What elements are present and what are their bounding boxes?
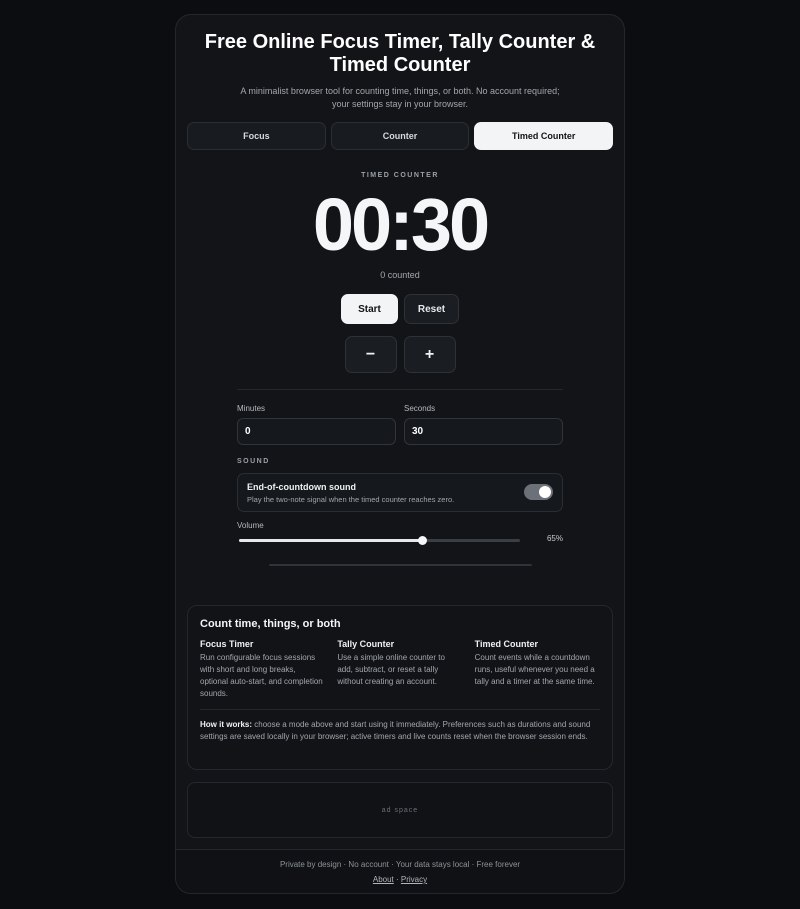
sound-heading: SOUND [237, 458, 270, 465]
duration-fields: Minutes Seconds [237, 404, 563, 445]
how-it-works-text: choose a mode above and start using it i… [200, 720, 591, 741]
sound-toggle[interactable] [524, 484, 553, 500]
info-columns: Focus Timer Run configurable focus sessi… [200, 639, 600, 700]
about-link[interactable]: About [373, 875, 394, 884]
volume-label: Volume [237, 521, 264, 530]
info-section: Count time, things, or both Focus Timer … [187, 605, 613, 770]
info-col-focus-timer: Focus Timer Run configurable focus sessi… [200, 639, 325, 700]
sound-setting: End-of-countdown sound Play the two-note… [237, 473, 563, 512]
decrement-button[interactable]: − [344, 336, 397, 373]
footer-links: About · Privacy [176, 875, 624, 884]
info-col-timed-counter: Timed Counter Count events while a count… [475, 639, 600, 700]
page-title: Free Online Focus Timer, Tally Counter &… [204, 31, 596, 76]
sound-setting-description: Play the two-note signal when the timed … [247, 495, 455, 504]
counted-status: 0 counted [380, 270, 420, 280]
info-col-title: Tally Counter [337, 639, 395, 649]
info-col-title: Timed Counter [474, 639, 538, 649]
sound-setting-title: End-of-countdown sound [247, 482, 356, 492]
info-col-title: Focus Timer [200, 639, 254, 649]
section-divider [237, 389, 563, 390]
increment-button[interactable]: + [403, 336, 456, 373]
how-it-works-note: How it works: choose a mode above and st… [200, 719, 600, 743]
toggle-knob [539, 486, 551, 498]
tab-counter[interactable]: Counter [330, 122, 470, 150]
seconds-field-group: Seconds [404, 404, 563, 445]
ad-space: ad space [187, 782, 613, 838]
timer-display: 00:30 [312, 183, 490, 266]
countdown-progress-bar [269, 564, 532, 566]
minutes-input[interactable] [237, 418, 396, 445]
timer-controls: Start Reset [176, 294, 624, 324]
volume-value: 65% [546, 534, 563, 543]
info-col-text: Use a simple online counter to add, subt… [337, 653, 445, 686]
footer-tagline: Private by design · No account · Your da… [279, 860, 521, 869]
app-card: Free Online Focus Timer, Tally Counter &… [175, 14, 625, 894]
reset-button[interactable]: Reset [404, 294, 459, 324]
info-col-text: Count events while a countdown runs, use… [474, 653, 595, 686]
mode-label: TIMED COUNTER [361, 172, 439, 179]
minutes-label: Minutes [237, 404, 266, 413]
how-it-works-label: How it works: [200, 720, 253, 729]
footer-separator: · [393, 875, 401, 884]
minutes-field-group: Minutes [237, 404, 396, 445]
info-col-tally-counter: Tally Counter Use a simple online counte… [337, 639, 462, 700]
count-steppers: − + [176, 336, 624, 373]
volume-slider[interactable] [239, 536, 520, 545]
volume-slider-fill [239, 539, 422, 542]
volume-row: 65% [237, 534, 563, 546]
footer: Private by design · No account · Your da… [176, 849, 624, 893]
mode-tabs: Focus Counter Timed Counter [187, 122, 614, 150]
seconds-input[interactable] [404, 418, 563, 445]
seconds-label: Seconds [404, 404, 436, 413]
tab-timed-counter[interactable]: Timed Counter [474, 122, 614, 150]
start-button[interactable]: Start [341, 294, 398, 324]
volume-slider-thumb[interactable] [417, 536, 427, 545]
tab-focus[interactable]: Focus [187, 122, 326, 150]
privacy-link[interactable]: Privacy [401, 875, 427, 884]
info-col-text: Run configurable focus sessions with sho… [200, 653, 323, 698]
info-title: Count time, things, or both [200, 618, 341, 630]
page-subtitle: A minimalist browser tool for counting t… [240, 86, 560, 109]
info-divider [200, 709, 600, 710]
